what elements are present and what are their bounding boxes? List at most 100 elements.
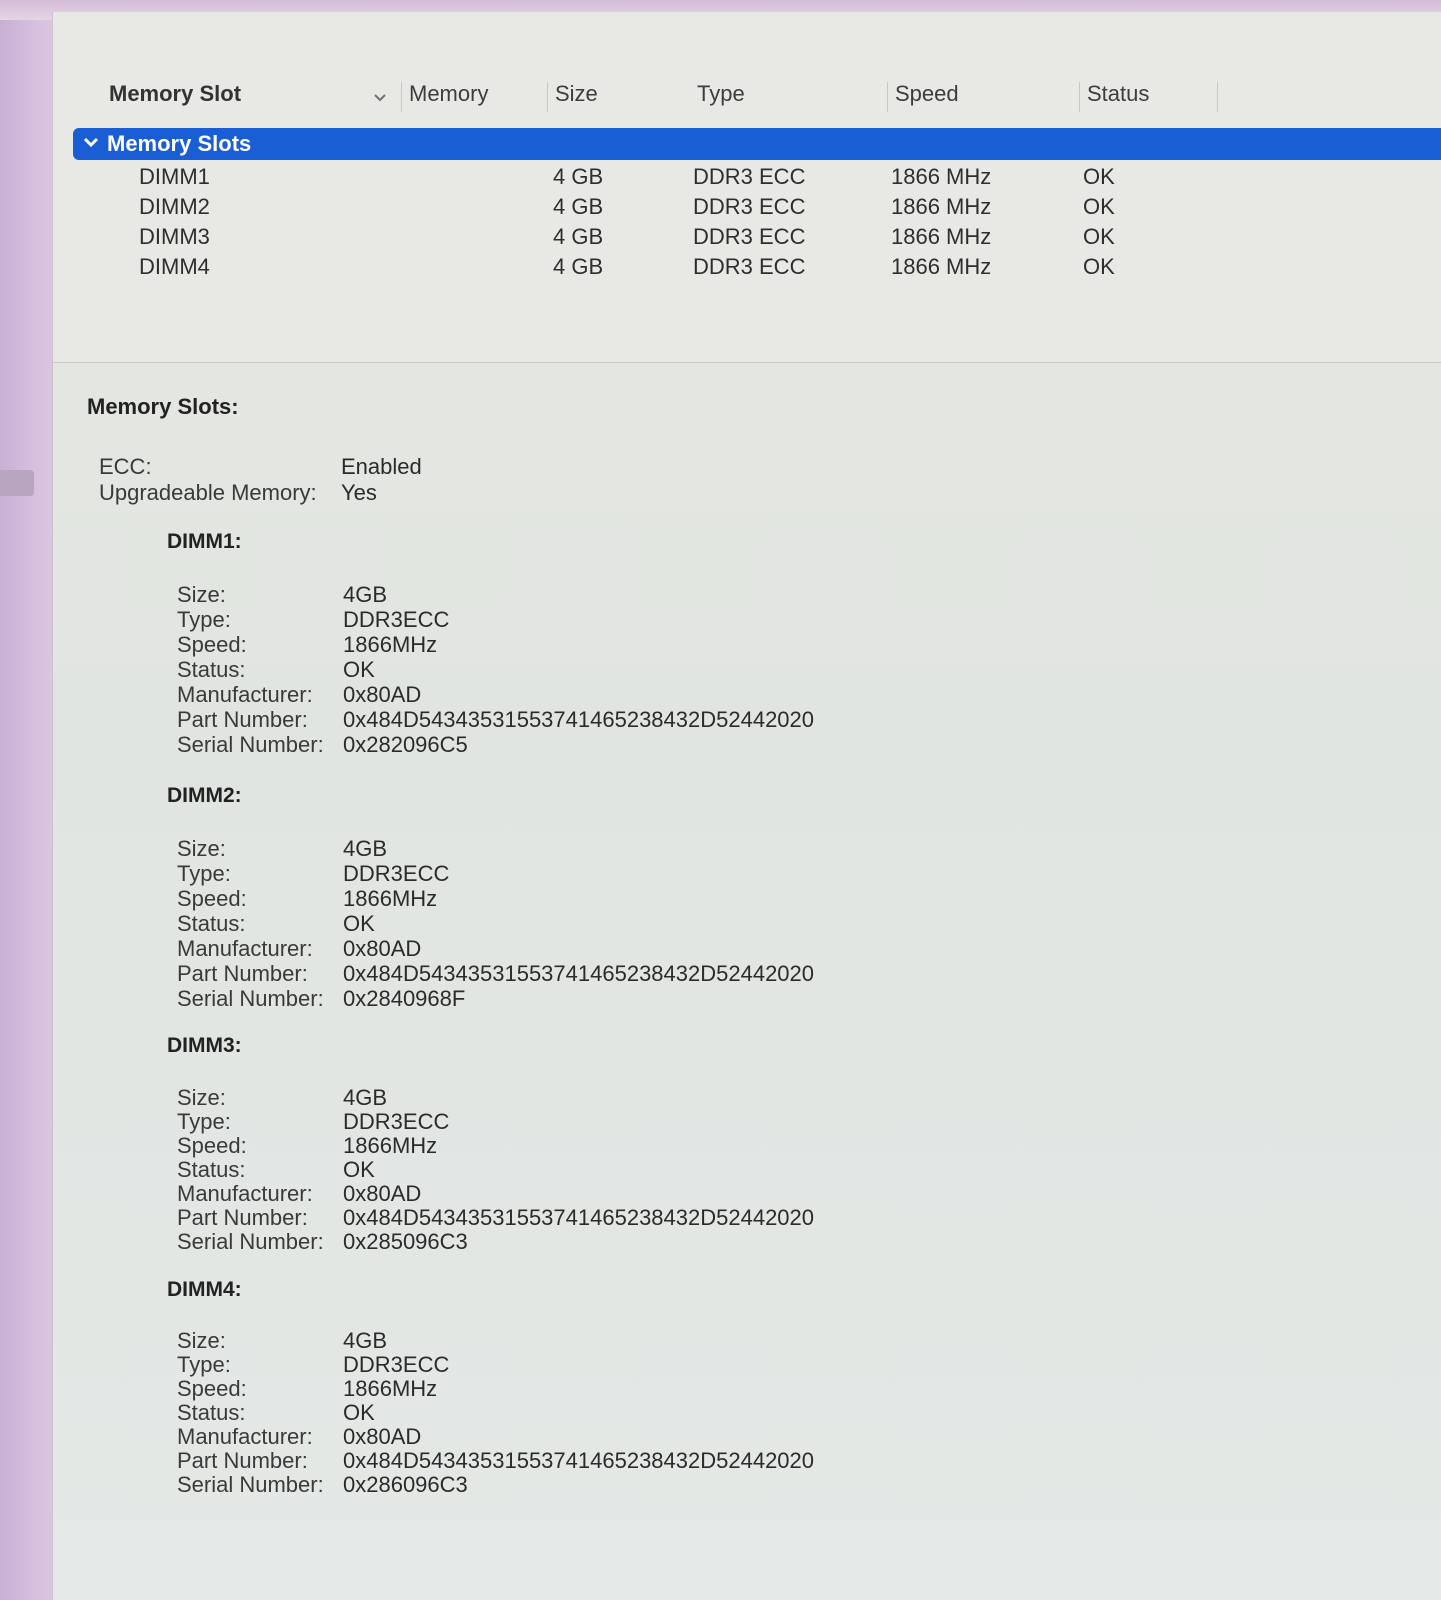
column-separator[interactable] (547, 82, 548, 112)
detail-value: DDR3ECC (343, 1352, 450, 1377)
detail-key: Type: (177, 1109, 231, 1134)
cell-slot-name: DIMM1 (139, 164, 210, 189)
cell-type: DDR3 ECC (693, 254, 806, 279)
detail-value: OK (343, 1157, 375, 1182)
detail-row: Type: DDR3ECC (53, 861, 953, 887)
system-information-window: Memory Slot Memory Size Type Speed Statu… (52, 12, 1441, 1600)
detail-row: Serial Number: 0x285096C3 (53, 1229, 953, 1255)
dimm-heading: DIMM2: (167, 784, 242, 807)
detail-value: 0x80AD (343, 936, 422, 961)
detail-row: Part Number: 0x484D5434353155374146523843… (53, 1205, 953, 1231)
detail-row: Serial Number: 0x286096C3 (53, 1472, 953, 1498)
cell-speed: 1866 MHz (891, 164, 992, 189)
detail-row: Manufacturer: 0x80AD (53, 1424, 953, 1450)
memory-table: Memory Slot Memory Size Type Speed Statu… (53, 12, 1441, 363)
disclosure-chevron-icon[interactable] (83, 132, 99, 158)
column-header-size[interactable]: Size (549, 74, 598, 114)
detail-value: 4GB (343, 836, 388, 861)
detail-value: 1866MHz (343, 1133, 438, 1158)
detail-key: Speed: (177, 886, 247, 911)
detail-value: 1866MHz (343, 632, 438, 657)
table-row[interactable]: DIMM1 4 GB DDR3 ECC 1866 MHz OK (53, 162, 1441, 192)
cell-slot-name: DIMM2 (139, 194, 210, 219)
detail-row: Type: DDR3ECC (53, 607, 953, 633)
detail-value: 0x80AD (343, 1181, 422, 1206)
table-row[interactable]: DIMM3 4 GB DDR3 ECC 1866 MHz OK (53, 222, 1441, 252)
cell-size: 4 GB (553, 224, 604, 249)
detail-key: Size: (177, 1328, 226, 1353)
detail-key: Part Number: (177, 961, 308, 986)
detail-value: 0x2840968F (343, 986, 466, 1011)
detail-key: Serial Number: (177, 986, 324, 1011)
detail-value: 0x484D54343531553741465238432D52442020 (343, 1448, 815, 1473)
cell-speed: 1866 MHz (891, 254, 992, 279)
detail-value: DDR3ECC (343, 607, 450, 632)
detail-row: Speed: 1866MHz (53, 632, 953, 658)
column-header-status[interactable]: Status (1081, 74, 1149, 114)
detail-value: 0x285096C3 (343, 1229, 468, 1254)
detail-value: 0x282096C5 (343, 732, 468, 757)
column-separator[interactable] (401, 82, 402, 112)
detail-value: OK (343, 657, 375, 682)
detail-row: Type: DDR3ECC (53, 1109, 953, 1135)
column-separator[interactable] (1217, 82, 1218, 112)
detail-row: Size: 4GB (53, 1328, 953, 1354)
column-separator[interactable] (1079, 82, 1080, 112)
detail-row-ecc: ECC: Enabled (53, 454, 753, 480)
detail-key: Manufacturer: (177, 1424, 313, 1449)
cell-type: DDR3 ECC (693, 164, 806, 189)
detail-row: Manufacturer: 0x80AD (53, 936, 953, 962)
detail-key: Manufacturer: (177, 936, 313, 961)
cell-speed: 1866 MHz (891, 224, 992, 249)
detail-value: OK (343, 1400, 375, 1425)
column-separator[interactable] (887, 82, 888, 112)
detail-value: 0x484D54343531553741465238432D52442020 (343, 1205, 815, 1230)
detail-key: Type: (177, 1352, 231, 1377)
detail-key: Size: (177, 836, 226, 861)
detail-row: Status: OK (53, 1400, 953, 1426)
column-header-type[interactable]: Type (691, 74, 745, 114)
detail-key: Size: (177, 582, 226, 607)
detail-key: Serial Number: (177, 1229, 324, 1254)
detail-key: Part Number: (177, 1448, 308, 1473)
detail-row: Speed: 1866MHz (53, 1133, 953, 1159)
detail-value: 1866MHz (343, 1376, 438, 1401)
table-row[interactable]: DIMM4 4 GB DDR3 ECC 1866 MHz OK (53, 252, 1441, 282)
detail-key: Serial Number: (177, 732, 324, 757)
detail-key: Part Number: (177, 1205, 308, 1230)
cell-size: 4 GB (553, 194, 604, 219)
detail-key: Manufacturer: (177, 682, 313, 707)
detail-key: Status: (177, 1400, 246, 1425)
detail-value: 0x286096C3 (343, 1472, 468, 1497)
window-edge-tab (0, 470, 34, 496)
chevron-down-icon[interactable] (373, 90, 386, 102)
detail-key: Type: (177, 607, 231, 632)
detail-row: Size: 4GB (53, 582, 953, 608)
detail-key: Status: (177, 911, 246, 936)
column-header-memory-slot[interactable]: Memory Slot (103, 74, 241, 114)
detail-row: Status: OK (53, 911, 953, 937)
detail-value: OK (343, 911, 375, 936)
detail-row: Manufacturer: 0x80AD (53, 682, 953, 708)
cell-slot-name: DIMM3 (139, 224, 210, 249)
cell-status: OK (1083, 254, 1115, 279)
detail-value: 4GB (343, 1328, 388, 1353)
detail-value: 4GB (343, 582, 388, 607)
detail-key: Part Number: (177, 707, 308, 732)
detail-value: 0x80AD (343, 682, 422, 707)
column-header-memory[interactable]: Memory (403, 74, 488, 114)
detail-row: Manufacturer: 0x80AD (53, 1181, 953, 1207)
column-header-speed[interactable]: Speed (889, 74, 959, 114)
detail-value: 4GB (343, 1085, 388, 1110)
cell-status: OK (1083, 224, 1115, 249)
table-row[interactable]: DIMM2 4 GB DDR3 ECC 1866 MHz OK (53, 192, 1441, 222)
detail-key: Manufacturer: (177, 1181, 313, 1206)
detail-row: Size: 4GB (53, 836, 953, 862)
detail-value: Enabled (341, 454, 422, 479)
cell-type: DDR3 ECC (693, 194, 806, 219)
group-row-memory-slots[interactable]: Memory Slots (73, 128, 1441, 160)
detail-row: Serial Number: 0x2840968F (53, 986, 953, 1012)
cell-speed: 1866 MHz (891, 194, 992, 219)
detail-row: Serial Number: 0x282096C5 (53, 732, 953, 758)
detail-title: Memory Slots: (87, 394, 239, 419)
